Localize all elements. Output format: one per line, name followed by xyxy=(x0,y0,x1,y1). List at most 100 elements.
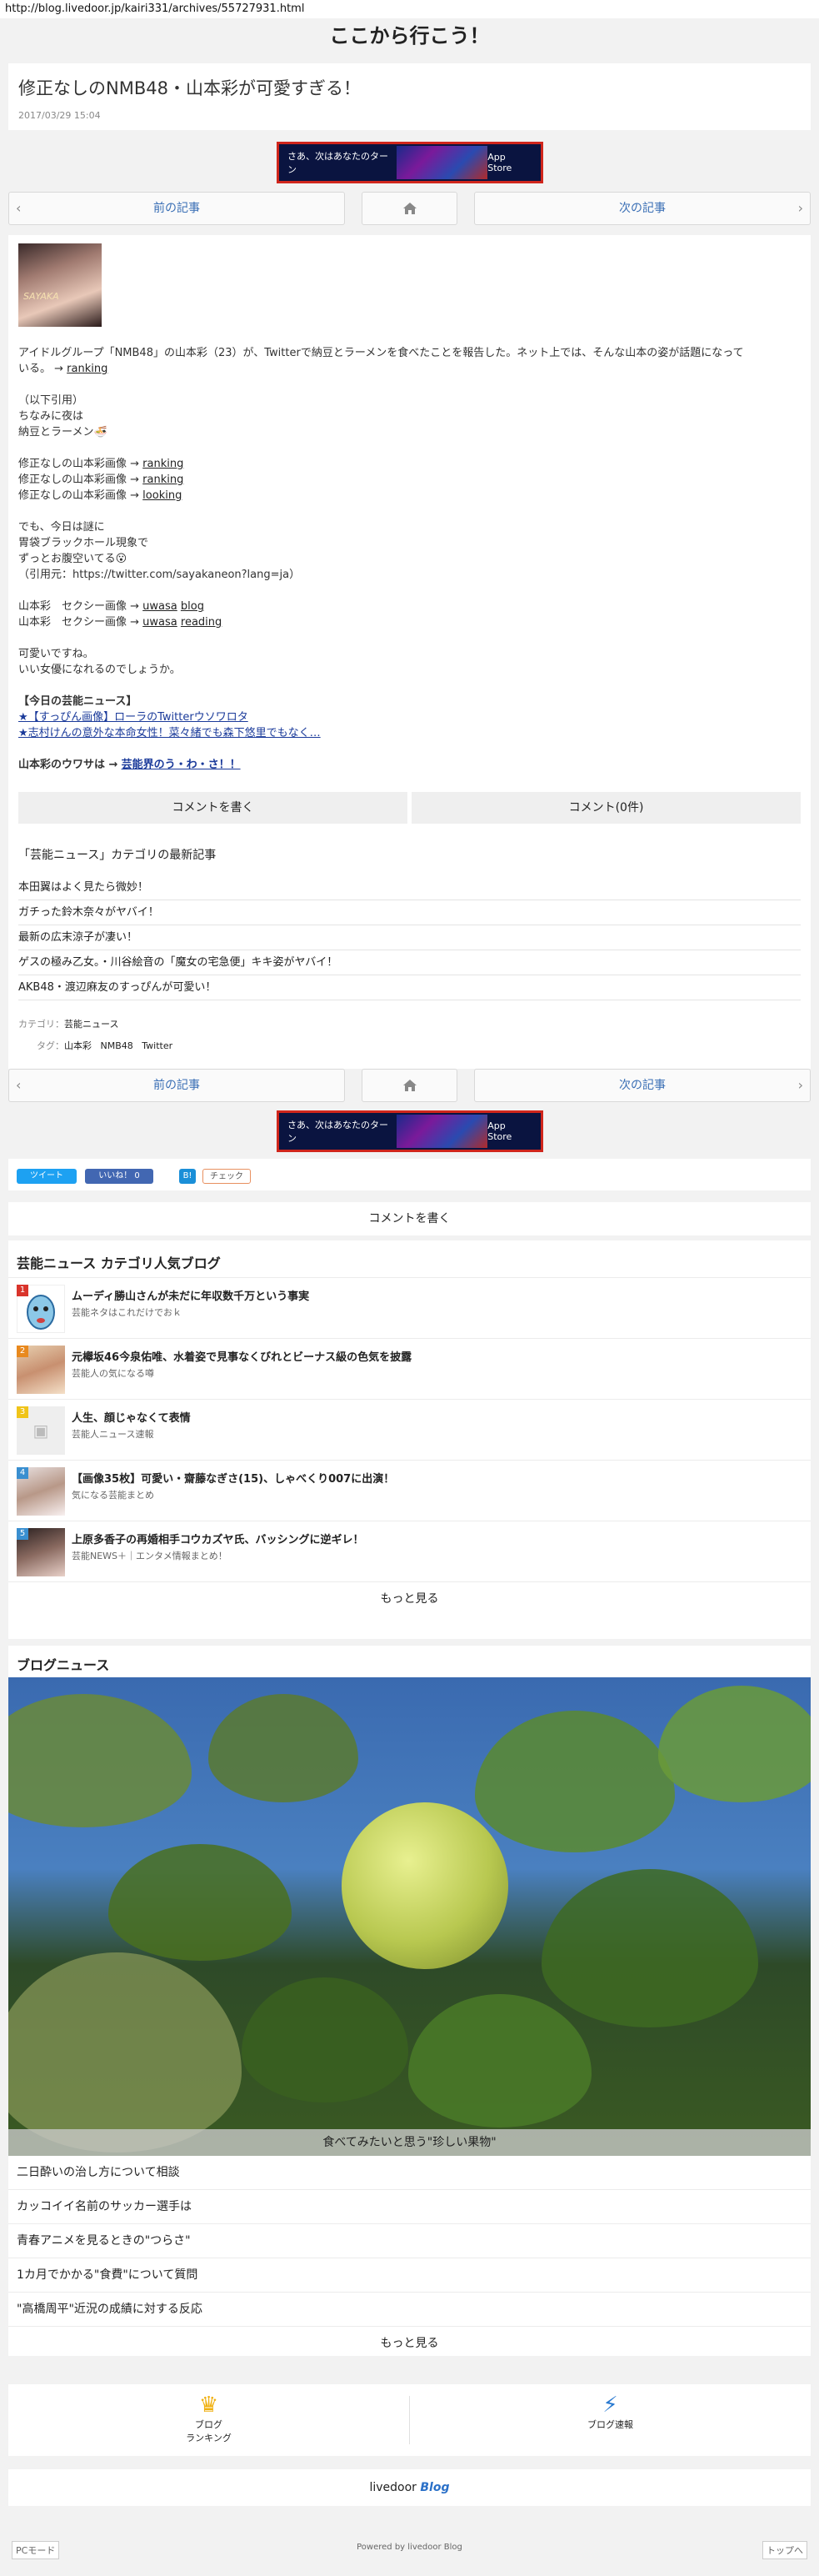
like-button[interactable]: いいね！ 0 xyxy=(85,1169,153,1184)
blog-news: ブログニュース 食べてみたいと思う"珍しい果物" 二日酔いの治し方について相談 … xyxy=(8,1646,811,2356)
check-button[interactable]: チェック xyxy=(202,1169,251,1184)
ranking-item-title: 【画像35枚】可愛い・齋藤なぎさ(15)、しゃべくり007に出演！ xyxy=(72,1473,395,1486)
tag-link[interactable]: Twitter xyxy=(142,1040,172,1051)
home-icon xyxy=(402,1080,417,1091)
image-prefix: 修正なしの山本彩画像 → xyxy=(18,489,140,502)
reading-link[interactable]: reading xyxy=(181,616,222,629)
rank-badge: 5 xyxy=(17,1528,28,1540)
rumor-link[interactable]: 芸能界のう・わ・さ！！ xyxy=(122,759,241,771)
ranking-more-button[interactable]: もっと見る xyxy=(8,1581,811,1615)
list-item[interactable]: 1カ月でかかる"食費"について質問 xyxy=(8,2258,811,2293)
photo-leaf xyxy=(108,1844,292,1961)
list-item[interactable]: 最新の広末涼子が凄い！ xyxy=(18,925,801,950)
list-item[interactable]: ガチった鈴木奈々がヤバイ！ xyxy=(18,900,801,925)
banner-text: さあ、次はあなたのターン xyxy=(287,151,388,175)
blog-title[interactable]: ここから行こう！ xyxy=(0,18,819,53)
rank-badge: 4 xyxy=(17,1467,28,1479)
list-item[interactable]: 青春アニメを見るときの"つらさ" xyxy=(8,2224,811,2258)
write-comment-button[interactable]: コメントを書く xyxy=(8,1202,811,1235)
ad-banner[interactable]: さあ、次はあなたのターン App Store xyxy=(277,142,543,183)
livedoor-blog-logo[interactable]: livedoor Blog xyxy=(8,2469,811,2506)
social-buttons: ツイート いいね！ 0 B! チェック xyxy=(8,1159,811,1190)
quote-head: （以下引用） xyxy=(18,394,84,407)
home-button[interactable] xyxy=(362,1069,457,1102)
ranking-item-title: 元欅坂46今泉佑唯、水着姿で見事なくびれとビーナス級の色気を披露 xyxy=(72,1351,412,1364)
ranking-item-title: ムーディ勝山さんが未だに年収数千万という事実 xyxy=(72,1291,310,1303)
ranking-item[interactable]: 5 上原多香子の再婚相手コウカズヤ氏、バッシングに逆ギレ！ 芸能NEWS＋｜エン… xyxy=(8,1521,811,1581)
logo-livedoor: livedoor xyxy=(369,2481,417,2494)
news-list: 二日酔いの治し方について相談 カッコイイ名前のサッカー選手は 青春アニメを見ると… xyxy=(8,2156,811,2360)
next-label: 次の記事 xyxy=(619,1079,666,1092)
ranking-item[interactable]: 1 ムーディ勝山さんが未だに年収数千万という事実 芸能ネタはこれだけでおｋ xyxy=(8,1277,811,1338)
page-bottom: PCモード Powered by livedoor Blog トップへ xyxy=(0,2526,819,2576)
ranking-item[interactable]: 2 元欅坂46今泉佑唯、水着姿で見事なくびれとビーナス級の色気を披露 芸能人の気… xyxy=(8,1338,811,1399)
photo-leaf xyxy=(542,1869,758,2027)
today-news-link[interactable]: ★【すっぴん画像】ローラのTwitterウソワロタ xyxy=(18,711,248,724)
intro-text: アイドルグループ「NMB48」の山本彩（23）が、Twitterで納豆とラーメン… xyxy=(18,347,744,359)
tag-link[interactable]: 山本彩 xyxy=(64,1040,92,1051)
quote-line: ちなみに夜は xyxy=(18,410,84,423)
powered-by: Powered by livedoor Blog xyxy=(357,2543,462,2552)
tag-link[interactable]: NMB48 xyxy=(101,1040,133,1051)
category-latest-list: 本田翼はよく見たら微妙！ ガチった鈴木奈々がヤバイ！ 最新の広末涼子が凄い！ ゲ… xyxy=(18,875,801,1000)
category-link[interactable]: 芸能ニュース xyxy=(64,1019,118,1030)
list-item[interactable]: AKB48・渡辺麻友のすっぴんが可愛い！ xyxy=(18,975,801,1000)
ranking-item[interactable]: 4 【画像35枚】可愛い・齋藤なぎさ(15)、しゃべくり007に出演！ 気になる… xyxy=(8,1460,811,1521)
rumor-prefix: 山本彩のウワサは → xyxy=(18,759,118,771)
category-ranking: 芸能ニュース カテゴリ人気ブログ 1 ムーディ勝山さんが未だに年収数千万という事… xyxy=(8,1240,811,1639)
back-to-top-button[interactable]: トップへ xyxy=(762,2541,807,2559)
image-link[interactable]: ranking xyxy=(142,458,183,470)
write-comment-button[interactable]: コメントを書く xyxy=(18,792,407,824)
quote-line: ずっとお腹空いてる😮 xyxy=(18,553,127,565)
today-news-link[interactable]: ★志村けんの意外な本命女性！菜々緒でも森下悠里でもなく… xyxy=(18,727,321,739)
blog-link[interactable]: blog xyxy=(181,600,204,613)
list-item[interactable]: 二日酔いの治し方について相談 xyxy=(8,2156,811,2190)
rank-badge: 3 xyxy=(17,1406,28,1418)
next-label: 次の記事 xyxy=(619,202,666,215)
list-item[interactable]: 本田翼はよく見たら微妙！ xyxy=(18,875,801,900)
closing-line: 可愛いですね。 xyxy=(18,648,94,660)
blog-breaking-link[interactable]: ⚡ ブログ速報 xyxy=(410,2384,811,2456)
photo-leaf xyxy=(408,1994,592,2127)
news-more-button[interactable]: もっと見る xyxy=(8,2327,811,2360)
image-link[interactable]: ranking xyxy=(142,474,183,486)
list-item[interactable]: ゲスの極み乙女。・川谷絵音の「魔女の宅急便」キキ姿がヤバイ！ xyxy=(18,950,801,975)
list-item[interactable]: "高橋周平"近況の成績に対する反応 xyxy=(8,2293,811,2327)
image-link[interactable]: looking xyxy=(142,489,182,502)
prev-article-button[interactable]: ‹ 前の記事 xyxy=(8,1069,345,1102)
banner-image xyxy=(396,1115,488,1148)
article-thumbnail[interactable]: SAYAKA xyxy=(18,243,102,327)
prev-label: 前の記事 xyxy=(153,202,200,215)
tweet-button[interactable]: ツイート xyxy=(17,1169,77,1184)
home-button[interactable] xyxy=(362,192,457,225)
next-article-button[interactable]: 次の記事 › xyxy=(474,1069,811,1102)
breaking-label: ブログ速報 xyxy=(587,2419,633,2430)
ad-banner[interactable]: さあ、次はあなたのターン App Store xyxy=(277,1110,543,1152)
blog-ranking-link[interactable]: ♛ ブログ ランキング xyxy=(8,2384,409,2456)
tag-label: タグ： xyxy=(37,1040,64,1051)
category-label: カテゴリ： xyxy=(18,1019,64,1030)
intro-link[interactable]: ranking xyxy=(67,363,107,375)
chevron-left-icon: ‹ xyxy=(16,200,22,216)
pager-bottom: ‹ 前の記事 次の記事 › xyxy=(8,1069,811,1102)
banner-store: App Store xyxy=(487,1120,512,1142)
ranking-title: 芸能ニュース カテゴリ人気ブログ xyxy=(17,1255,221,1271)
chevron-left-icon: ‹ xyxy=(16,1077,22,1093)
ranking-item-blog: 芸能人ニュース速報 xyxy=(72,1429,154,1440)
ranking-item-title: 人生、顔じゃなくて表情 xyxy=(72,1412,191,1425)
comment-count-button[interactable]: コメント(0件) xyxy=(412,792,801,824)
camera-icon: ▣ xyxy=(32,1421,49,1441)
hatena-button[interactable]: B! xyxy=(179,1169,196,1184)
photo-leaf xyxy=(8,1952,242,2153)
ranking-item-blog: 芸能人の気になる噂 xyxy=(72,1368,154,1379)
uwasa-link[interactable]: uwasa xyxy=(142,600,177,613)
prev-article-button[interactable]: ‹ 前の記事 xyxy=(8,192,345,225)
list-item[interactable]: カッコイイ名前のサッカー選手は xyxy=(8,2190,811,2224)
uwasa-link[interactable]: uwasa xyxy=(142,616,177,629)
blog-news-title: ブログニュース xyxy=(17,1657,110,1673)
sexy-prefix: 山本彩 セクシー画像 → xyxy=(18,600,140,613)
ranking-item[interactable]: ▣ 3 人生、顔じゃなくて表情 芸能人ニュース速報 xyxy=(8,1399,811,1460)
crown-icon: ♛ xyxy=(198,2393,219,2418)
news-photo[interactable]: 食べてみたいと思う"珍しい果物" xyxy=(8,1677,811,2156)
next-article-button[interactable]: 次の記事 › xyxy=(474,192,811,225)
